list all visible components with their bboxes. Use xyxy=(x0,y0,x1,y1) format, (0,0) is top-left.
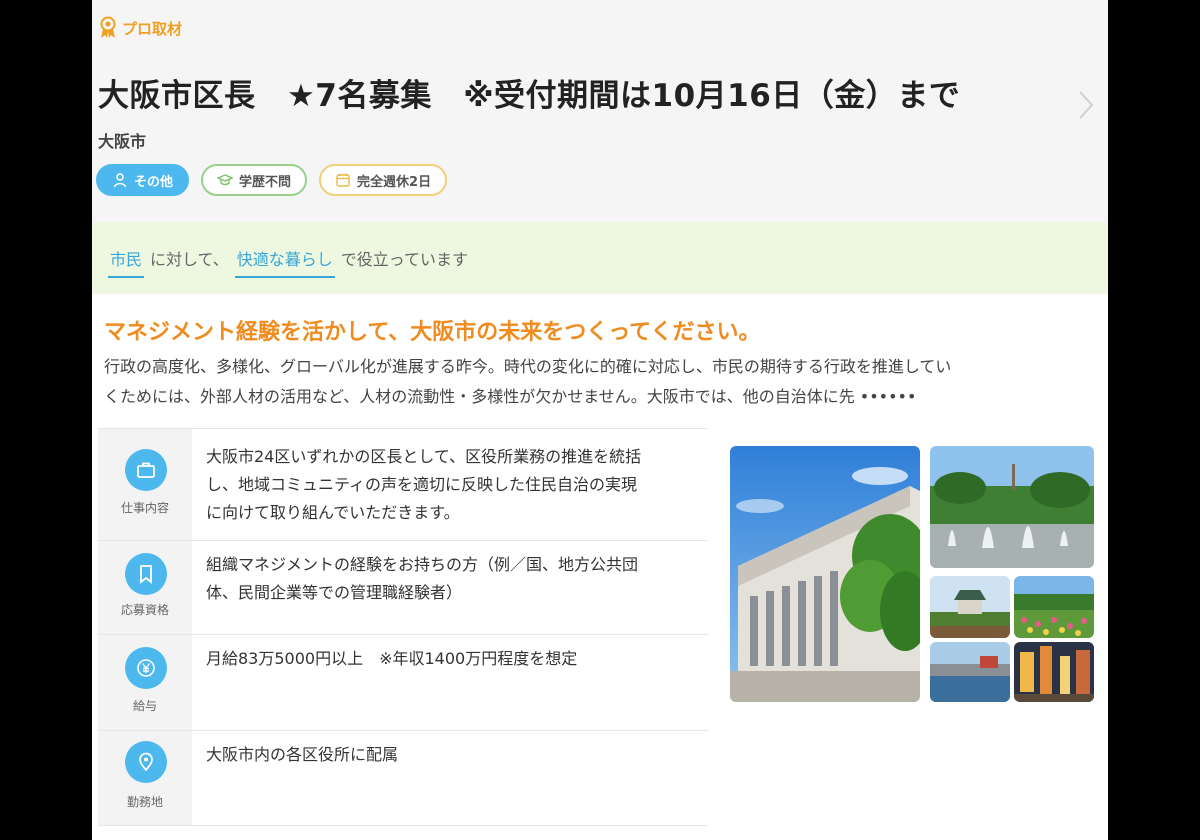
job-header: プロ取材 大阪市区長 ★7名募集 ※受付期間は10月16日（金）まで 大阪市 そ… xyxy=(92,0,1108,222)
person-icon xyxy=(113,173,127,188)
waterfront-photo[interactable] xyxy=(930,642,1010,702)
calendar-icon xyxy=(336,173,350,187)
city-hall-photo[interactable] xyxy=(730,446,920,702)
location-pin-icon xyxy=(125,741,167,783)
catchcopy-line: 行政の高度化、多様化、グローバル化が進展する昨今。時代の変化に的確に対応し、市民… xyxy=(104,357,952,376)
contribution-text: で役立っています xyxy=(340,250,468,269)
detail-text: 組織マネジメントの経験をお持ちの方（例／国、地方公共団 体、民間企業等での管理職… xyxy=(206,551,708,607)
detail-line: し、地域コミュニティの声を適切に反映した住民自治の実現 xyxy=(206,475,638,494)
night-street-photo[interactable] xyxy=(1014,642,1094,702)
catchcopy-section: マネジメント経験を活かして、大阪市の未来をつくってください。 行政の高度化、多様… xyxy=(92,294,1108,428)
bookmark-icon xyxy=(125,553,167,595)
detail-text: 大阪市内の各区役所に配属 xyxy=(206,741,708,769)
job-details: 仕事内容 大阪市24区いずれかの区長として、区役所業務の推進を統括 し、地域コミ… xyxy=(92,428,1108,840)
detail-label: 給与 xyxy=(132,699,157,713)
tag-list: その他 学歴不問 完全週休2日 xyxy=(96,164,448,196)
detail-line: 月給83万5000円以上 ※年収1400万円程度を想定 xyxy=(206,649,578,668)
yen-icon xyxy=(125,647,167,689)
chevron-right-icon[interactable] xyxy=(1074,88,1098,122)
catchcopy-line: くためには、外部人材の活用など、人材の流動性・多様性が欠かせません。大阪市では、… xyxy=(104,387,917,406)
park-fountain-photo[interactable] xyxy=(930,446,1094,568)
tag-education: 学歴不問 xyxy=(201,164,308,196)
page-title: 大阪市区長 ★7名募集 ※受付期間は10月16日（金）まで xyxy=(98,78,961,114)
detail-line: 大阪市内の各区役所に配属 xyxy=(206,745,399,764)
pro-badge-label: プロ取材 xyxy=(122,19,183,38)
detail-label: 応募資格 xyxy=(120,603,169,617)
briefcase-icon xyxy=(125,449,167,491)
detail-line: 体、民間企業等での管理職経験者） xyxy=(206,583,463,602)
detail-line: 組織マネジメントの経験をお持ちの方（例／国、地方公共団 xyxy=(206,555,639,574)
catchcopy-body: 行政の高度化、多様化、グローバル化が進展する昨今。時代の変化に的確に対応し、市民… xyxy=(104,352,1094,412)
tag-label: その他 xyxy=(134,174,174,190)
detail-text: 大阪市24区いずれかの区長として、区役所業務の推進を統括 し、地域コミュニティの… xyxy=(206,443,708,527)
pro-badge: プロ取材 xyxy=(98,16,182,40)
medal-icon xyxy=(100,16,116,38)
flower-garden-photo[interactable] xyxy=(1014,576,1094,638)
detail-row-location: 勤務地 大阪市内の各区役所に配属 xyxy=(98,730,708,826)
detail-line: 大阪市24区いずれかの区長として、区役所業務の推進を統括 xyxy=(206,447,642,466)
contribution-text: に対して、 xyxy=(150,250,229,269)
contribution-value[interactable]: 快適な暮らし xyxy=(234,246,335,278)
tag-holidays: 完全週休2日 xyxy=(319,164,448,196)
tag-label: 学歴不問 xyxy=(239,174,292,190)
tag-category: その他 xyxy=(96,164,190,196)
contribution-target[interactable]: 市民 xyxy=(108,246,145,278)
photo-gallery xyxy=(730,446,1094,702)
detail-row-job-content: 仕事内容 大阪市24区いずれかの区長として、区役所業務の推進を統括 し、地域コミ… xyxy=(98,428,708,540)
job-detail-page: プロ取材 大阪市区長 ★7名募集 ※受付期間は10月16日（金）まで 大阪市 そ… xyxy=(92,0,1108,840)
detail-label: 仕事内容 xyxy=(120,501,169,515)
detail-row-salary: 給与 月給83万5000円以上 ※年収1400万円程度を想定 xyxy=(98,634,708,730)
detail-row-requirements: 応募資格 組織マネジメントの経験をお持ちの方（例／国、地方公共団 体、民間企業等… xyxy=(98,540,708,634)
catchcopy-headline: マネジメント経験を活かして、大阪市の未来をつくってください。 xyxy=(104,320,761,345)
castle-photo[interactable] xyxy=(930,576,1010,638)
contribution-band: 市民 に対して、 快適な暮らし で役立っています xyxy=(92,222,1108,294)
tag-label: 完全週休2日 xyxy=(357,174,432,190)
detail-line: に向けて取り組んでいただきます。 xyxy=(206,503,460,522)
graduation-cap-icon xyxy=(217,174,234,186)
employer-name: 大阪市 xyxy=(98,132,147,151)
detail-label: 勤務地 xyxy=(126,795,163,809)
detail-text: 月給83万5000円以上 ※年収1400万円程度を想定 xyxy=(206,645,708,673)
